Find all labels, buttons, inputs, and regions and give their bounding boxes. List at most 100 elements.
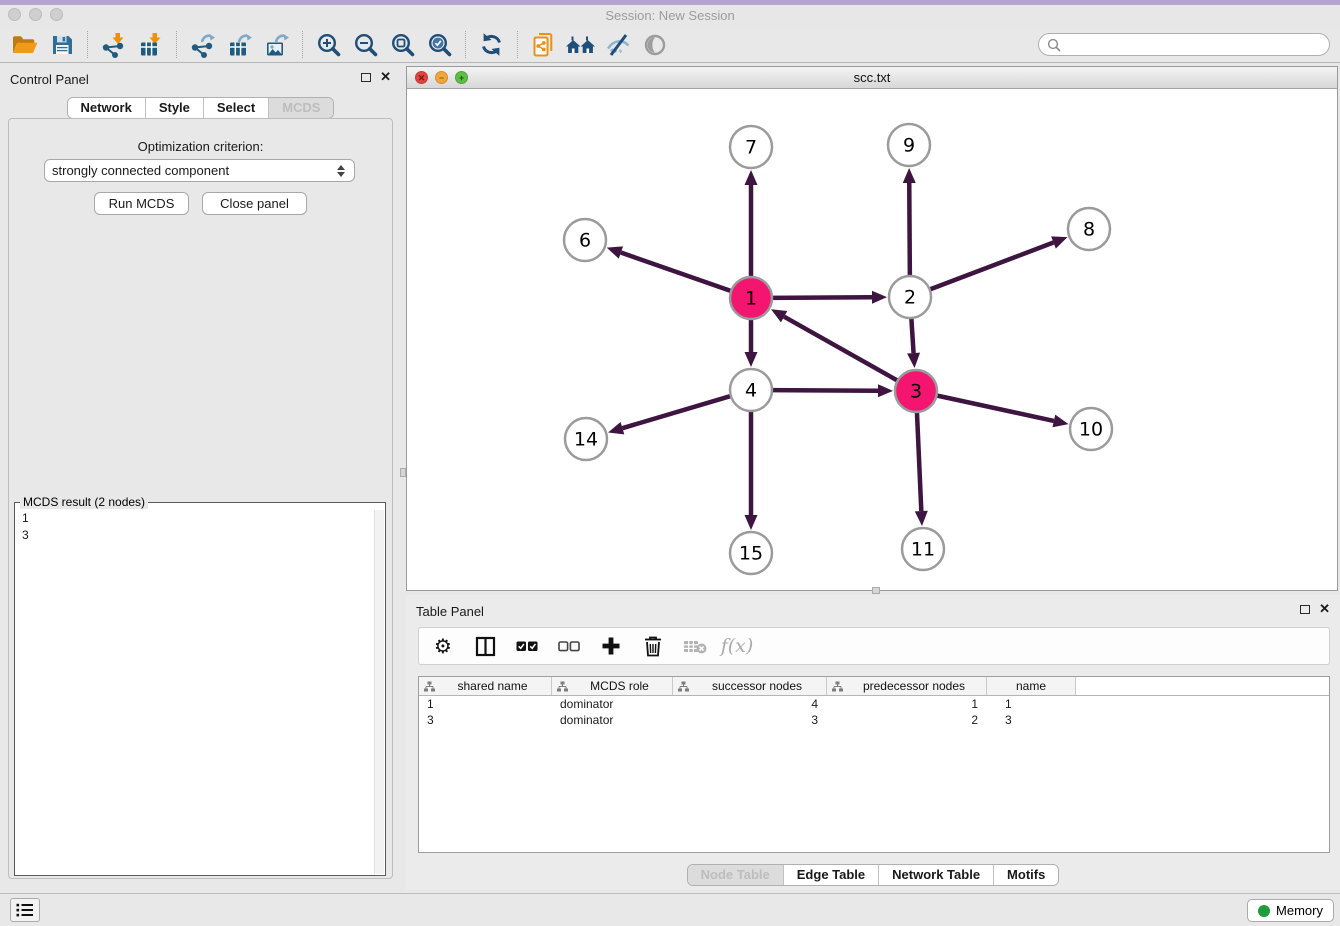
network-from-selection-button[interactable] [525,29,562,60]
network-canvas[interactable]: 7968124314101511 [407,89,1337,590]
save-session-button[interactable] [43,29,80,60]
cell-successor-nodes[interactable]: 4 [673,696,827,712]
cell-name[interactable]: 1 [987,696,1076,712]
edge-1-2[interactable] [771,297,872,298]
first-neighbors-button[interactable] [562,29,599,60]
node-label-2: 2 [904,287,916,309]
edge-4-14[interactable] [622,396,731,428]
edge-arrow-1-2 [872,291,887,304]
edge-3-1[interactable] [784,317,898,382]
run-mcds-button[interactable]: Run MCDS [94,192,189,215]
vertical-splitter-handle[interactable] [400,468,406,477]
select-all-button[interactable] [513,632,541,660]
hide-selected-button[interactable] [599,29,636,60]
result-scrollbar[interactable] [374,510,384,874]
export-table-button[interactable] [221,29,258,60]
refresh-icon [479,32,504,57]
zoom-out-button[interactable] [347,29,384,60]
cell-name[interactable]: 3 [987,712,1076,728]
column-header-MCDS-role[interactable]: MCDS role [552,677,673,695]
table-row[interactable]: 3dominator323 [419,712,1329,728]
edge-arrow-1-7 [745,170,758,185]
tab-select[interactable]: Select [203,98,268,118]
tab-mcds[interactable]: MCDS [268,98,333,118]
edge-2-8[interactable] [929,242,1054,289]
list-icon [16,903,34,917]
delete-table-icon [683,638,708,655]
cell-MCDS-role[interactable]: dominator [552,696,673,712]
fx-icon: f(x) [721,635,754,657]
task-history-button[interactable] [10,898,40,922]
export-network-button[interactable] [184,29,221,60]
cell-shared-name[interactable]: 3 [419,712,552,728]
close-panel-icon[interactable]: ✕ [380,72,391,82]
table-mode-button[interactable]: ⚙ [429,632,457,660]
trash-icon [643,635,663,657]
search-field[interactable] [1038,33,1330,56]
delete-columns-button[interactable] [639,632,667,660]
delete-table-button[interactable] [681,632,709,660]
edge-4-3[interactable] [771,390,878,391]
column-header-name[interactable]: name [987,677,1076,695]
search-input[interactable] [1066,37,1321,52]
float-panel-icon[interactable] [361,73,371,82]
zoom-selected-button[interactable] [421,29,458,60]
tab-style[interactable]: Style [145,98,203,118]
network-window-titlebar[interactable]: ✕ − + scc.txt [407,67,1337,89]
tab-network[interactable]: Network [68,98,145,118]
float-table-panel-icon[interactable] [1300,605,1310,614]
node-label-4: 4 [745,380,757,402]
edge-2-3[interactable] [911,317,913,353]
close-panel-button[interactable]: Close panel [202,192,307,215]
cell-shared-name[interactable]: 1 [419,696,552,712]
toolbar-separator [465,31,466,58]
network-graph[interactable]: 7968124314101511 [407,89,1337,591]
optimization-criterion-label: Optimization criterion: [0,139,401,154]
table-row[interactable]: 1dominator411 [419,696,1329,712]
export-image-button[interactable] [258,29,295,60]
cell-predecessor-nodes[interactable]: 2 [827,712,987,728]
network-from-selection-icon [531,32,557,58]
mcds-result-lines: 13 [15,509,385,545]
control-panel-tabs: Network Style Select MCDS [67,97,335,119]
criterion-select[interactable]: strongly connected component [44,159,355,182]
edge-3-11[interactable] [917,411,921,511]
cell-successor-nodes[interactable]: 3 [673,712,827,728]
show-all-button[interactable] [636,29,673,60]
memory-button[interactable]: Memory [1247,899,1334,922]
edge-2-9[interactable] [909,183,910,277]
import-table-button[interactable] [132,29,169,60]
cell-MCDS-role[interactable]: dominator [552,712,673,728]
edge-arrow-4-15 [745,515,758,530]
column-header-successor-nodes[interactable]: successor nodes [673,677,827,695]
horizontal-splitter-handle[interactable] [872,587,880,594]
function-builder-button[interactable]: f(x) [723,632,751,660]
column-header-predecessor-nodes[interactable]: predecessor nodes [827,677,987,695]
table-toolbar: ⚙ f(x) [418,627,1330,665]
mcds-result-box: MCDS result (2 nodes) 13 [14,495,386,876]
cell-predecessor-nodes[interactable]: 1 [827,696,987,712]
refresh-view-button[interactable] [473,29,510,60]
edge-1-6[interactable] [621,253,732,292]
show-columns-button[interactable] [471,632,499,660]
node-label-11: 11 [911,539,935,561]
edge-3-10[interactable] [936,395,1054,421]
close-table-panel-icon[interactable]: ✕ [1319,604,1330,614]
tab-network-table[interactable]: Network Table [878,865,993,885]
column-type-icon [557,681,568,692]
deselect-all-icon [558,639,580,653]
column-header-shared-name[interactable]: shared name [419,677,552,695]
column-type-icon [678,681,689,692]
column-type-icon [424,681,435,692]
tab-motifs[interactable]: Motifs [993,865,1058,885]
export-image-icon [264,32,290,58]
open-file-button[interactable] [6,29,43,60]
add-column-button[interactable] [597,632,625,660]
deselect-all-button[interactable] [555,632,583,660]
zoom-fit-button[interactable] [384,29,421,60]
import-network-button[interactable] [95,29,132,60]
hide-eye-icon [605,32,631,58]
tab-node-table[interactable]: Node Table [688,865,783,885]
zoom-in-button[interactable] [310,29,347,60]
tab-edge-table[interactable]: Edge Table [783,865,878,885]
